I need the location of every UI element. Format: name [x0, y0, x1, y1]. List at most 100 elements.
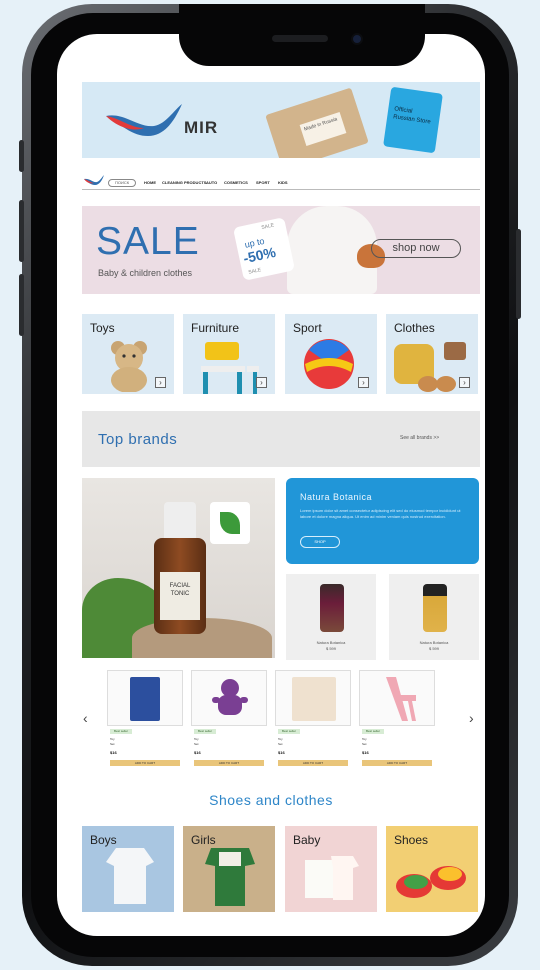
nav-item-home[interactable]: HOME: [144, 180, 156, 185]
product-image: [275, 670, 351, 726]
natura-botanica-banner[interactable]: Natura Botanica Lorem ipsum dolor sit am…: [286, 478, 479, 564]
mir-logo-icon: [106, 104, 182, 136]
category-girls[interactable]: Girls: [183, 826, 275, 912]
leaf-stamp: [210, 502, 250, 544]
sale-banner[interactable]: SALE Baby & children clothes SALE up to …: [82, 206, 480, 294]
front-camera: [351, 33, 363, 45]
facial-tonic-photo[interactable]: FACIAL TONIC: [82, 478, 275, 658]
bottle-cap: [164, 502, 196, 540]
product-tile-serum[interactable]: Natura Botanica $ 599: [286, 574, 376, 660]
nav-item-cosmetics[interactable]: COSMETICS: [224, 180, 248, 185]
phone-button-power: [516, 229, 521, 319]
nav-logo-icon[interactable]: [84, 175, 104, 185]
product-line: Set: [110, 742, 115, 746]
product-line: Set: [362, 742, 367, 746]
product-card[interactable]: Best seller Toy Set $16 ADD TO CART: [107, 670, 183, 770]
high-chair-icon: [386, 677, 416, 721]
nav-item-auto[interactable]: AUTO: [206, 180, 217, 185]
add-to-cart-button[interactable]: ADD TO CART: [278, 760, 348, 766]
product-image: [359, 670, 435, 726]
toy-box-image: [130, 677, 160, 721]
top-navigation: ПОИСК HOME CLEANING PRODUCTS AUTO COSMET…: [82, 168, 480, 190]
chair-icon: [201, 342, 259, 394]
bestseller-badge: Best seller: [278, 729, 300, 734]
bestseller-badge: Best seller: [194, 729, 216, 734]
nav-item-cleaning[interactable]: CLEANING PRODUCTS: [162, 180, 206, 185]
tag-sale-bottom: SALE: [247, 267, 262, 276]
oil-bottle: [423, 584, 447, 632]
add-to-cart-button[interactable]: ADD TO CART: [110, 760, 180, 766]
category-baby[interactable]: Baby: [285, 826, 377, 912]
product-price: $16: [110, 750, 117, 755]
baby-clothes-icon: [305, 856, 359, 900]
nav-item-kids[interactable]: KIDS: [278, 180, 288, 185]
bestseller-badge: Best seller: [362, 729, 384, 734]
logo-text: MIR: [184, 118, 219, 137]
leaf-icon: [220, 512, 240, 534]
category-shoes[interactable]: Shoes: [386, 826, 478, 912]
search-input[interactable]: ПОИСК: [108, 179, 136, 187]
teddy-bear-icon: [111, 341, 147, 392]
chevron-right-icon[interactable]: ›: [155, 377, 166, 388]
shop-now-button[interactable]: shop now: [371, 239, 461, 258]
serum-bottle: [320, 584, 344, 632]
product-title: Natura Botanica: [419, 640, 449, 645]
product-line: Set: [194, 742, 199, 746]
natura-description: Lorem ipsum dolor sit amet consectetur a…: [300, 508, 461, 519]
plush-toy-icon: [212, 679, 248, 715]
category-boys[interactable]: Boys: [82, 826, 174, 912]
category-clothes[interactable]: Clothes ›: [386, 314, 478, 394]
chevron-right-icon[interactable]: ›: [459, 377, 470, 388]
phone-frame: MIR Made in Russia Official Russian Stor…: [19, 4, 521, 966]
sale-title: SALE: [96, 220, 200, 263]
product-price: $ 599: [325, 646, 336, 651]
product-line: Set: [278, 742, 283, 746]
carousel-prev-button[interactable]: ‹: [83, 710, 88, 726]
product-title: Natura Botanica: [316, 640, 346, 645]
category-sport[interactable]: Sport ›: [285, 314, 377, 394]
product-card[interactable]: Best seller Toy Set $16 ADD TO CART: [275, 670, 351, 770]
category-toys[interactable]: Toys ›: [82, 314, 174, 394]
chevron-right-icon[interactable]: ›: [256, 377, 267, 388]
product-price: $16: [278, 750, 285, 755]
product-name: Natura Botanica $ 599: [389, 640, 479, 652]
product-line: Toy: [110, 737, 115, 741]
see-all-brands-link[interactable]: See all brands >>: [400, 435, 439, 441]
product-line: Toy: [194, 737, 199, 741]
category-label: Boys: [90, 833, 117, 847]
product-name: Natura Botanica $ 599: [286, 640, 376, 652]
top-brands-bar: Top brands See all brands >>: [82, 411, 480, 467]
product-tile-oil[interactable]: Natura Botanica $ 599: [389, 574, 479, 660]
phone-button-volume-up: [19, 200, 24, 262]
category-furniture[interactable]: Furniture ›: [183, 314, 275, 394]
category-label: Baby: [293, 833, 321, 847]
tag-sale-top: SALE: [260, 222, 275, 231]
carousel-next-button[interactable]: ›: [469, 710, 474, 726]
category-label: Clothes: [394, 321, 435, 335]
girls-outfit-icon: [205, 848, 255, 906]
sale-subtitle: Baby & children clothes: [98, 268, 193, 278]
header-banner[interactable]: MIR Made in Russia Official Russian Stor…: [82, 82, 480, 158]
product-line: Toy: [362, 737, 367, 741]
shoes-icon: [396, 866, 466, 898]
phone-notch: [179, 4, 425, 66]
nav-item-sport[interactable]: SPORT: [256, 180, 270, 185]
category-label: Toys: [90, 321, 115, 335]
phone-button-mute: [19, 140, 24, 172]
product-card[interactable]: Best seller Toy Set $16 ADD TO CART: [359, 670, 435, 770]
add-to-cart-button[interactable]: ADD TO CART: [362, 760, 432, 766]
product-image: [191, 670, 267, 726]
category-label: Furniture: [191, 321, 240, 335]
category-label: Sport: [293, 321, 322, 335]
product-price: $16: [362, 750, 369, 755]
bottle-label: FACIAL TONIC: [160, 572, 200, 620]
natura-shop-button[interactable]: SHOP: [300, 536, 340, 548]
top-brands-title: Top brands: [98, 431, 178, 448]
add-to-cart-button[interactable]: ADD TO CART: [194, 760, 264, 766]
natura-title: Natura Botanica: [300, 492, 373, 502]
boys-outfit-icon: [106, 848, 154, 904]
product-card[interactable]: Best seller Toy Set $16 ADD TO CART: [191, 670, 267, 770]
product-price: $16: [194, 750, 201, 755]
bestseller-badge: Best seller: [110, 729, 132, 734]
chevron-right-icon[interactable]: ›: [358, 377, 369, 388]
